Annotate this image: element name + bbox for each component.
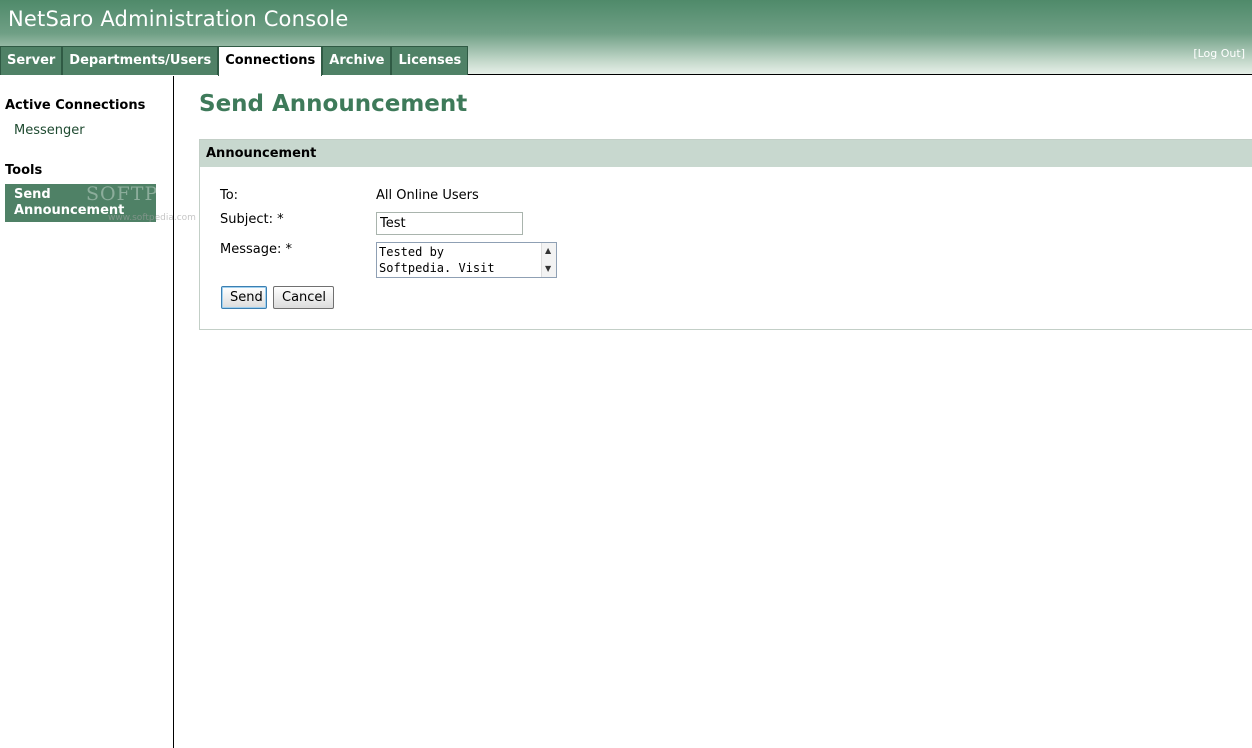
arrow-up-icon[interactable]: ▲ xyxy=(545,246,551,255)
message-textarea[interactable]: Tested by Softpedia. Visit ▲ ▼ xyxy=(376,242,557,278)
logout-link[interactable]: [Log Out] xyxy=(1193,47,1245,60)
subject-label: Subject: * xyxy=(220,212,284,227)
tab-departments-users[interactable]: Departments/Users xyxy=(62,46,219,75)
tab-connections[interactable]: Connections xyxy=(218,46,323,76)
cancel-button[interactable]: Cancel xyxy=(273,286,334,309)
tab-archive[interactable]: Archive xyxy=(322,46,392,75)
announcement-panel: Announcement To: All Online Users Subjec… xyxy=(199,139,1252,330)
tab-server[interactable]: Server xyxy=(0,46,63,75)
subject-input[interactable] xyxy=(376,212,523,235)
to-value: All Online Users xyxy=(376,188,479,203)
message-label: Message: * xyxy=(220,242,292,257)
to-label: To: xyxy=(220,188,239,203)
sidebar: Active Connections Messenger Tools Send … xyxy=(0,76,212,748)
sidebar-section-tools: Tools xyxy=(5,163,43,178)
app-title: NetSaro Administration Console xyxy=(8,7,349,31)
arrow-down-icon[interactable]: ▼ xyxy=(545,264,551,273)
page-title: Send Announcement xyxy=(199,91,468,117)
sidebar-item-send-announcement[interactable]: Send Announcement xyxy=(5,184,156,222)
sidebar-item-messenger[interactable]: Messenger xyxy=(14,123,85,138)
tab-licenses[interactable]: Licenses xyxy=(391,46,469,75)
sidebar-section-active-connections: Active Connections xyxy=(5,98,146,113)
message-scrollbar[interactable]: ▲ ▼ xyxy=(541,243,556,277)
panel-header: Announcement xyxy=(200,140,1252,167)
send-button[interactable]: Send xyxy=(221,286,267,309)
main-tabs: Server Departments/Users Connections Arc… xyxy=(0,46,469,76)
message-text[interactable]: Tested by Softpedia. Visit xyxy=(379,244,539,276)
header-bar: NetSaro Administration Console Server De… xyxy=(0,0,1252,76)
